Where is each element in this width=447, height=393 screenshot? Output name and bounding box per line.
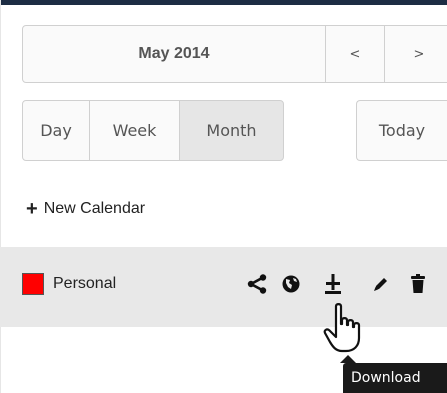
globe-icon[interactable] — [278, 269, 304, 299]
view-week-button[interactable]: Week — [89, 100, 180, 161]
tooltip-arrow — [340, 355, 356, 363]
sidebar-divider — [0, 0, 1, 393]
view-day-button[interactable]: Day — [22, 100, 90, 161]
calendar-name: Personal — [53, 275, 117, 292]
plus-icon: + — [26, 198, 38, 220]
next-month-button[interactable]: > — [384, 25, 447, 83]
new-calendar-label: New Calendar — [43, 200, 146, 217]
view-month-button[interactable]: Month — [179, 100, 284, 161]
calendar-color-swatch[interactable] — [22, 273, 44, 295]
share-icon[interactable] — [244, 269, 270, 299]
pencil-icon[interactable] — [368, 269, 394, 299]
download-tooltip: Download — [343, 363, 447, 393]
trash-icon[interactable] — [405, 269, 431, 299]
previous-month-button[interactable]: < — [325, 25, 385, 83]
today-button[interactable]: Today — [356, 100, 447, 161]
header-bar — [0, 0, 447, 5]
calendar-app-sidebar: May 2014 < > Day Week Month Today + New … — [0, 0, 447, 393]
new-calendar-button[interactable]: + New Calendar — [26, 196, 145, 222]
calendar-list-item[interactable]: Personal — [0, 247, 447, 327]
download-icon[interactable] — [320, 269, 346, 299]
month-navigator: May 2014 < > — [22, 25, 447, 83]
month-picker-button[interactable]: May 2014 — [22, 25, 326, 83]
